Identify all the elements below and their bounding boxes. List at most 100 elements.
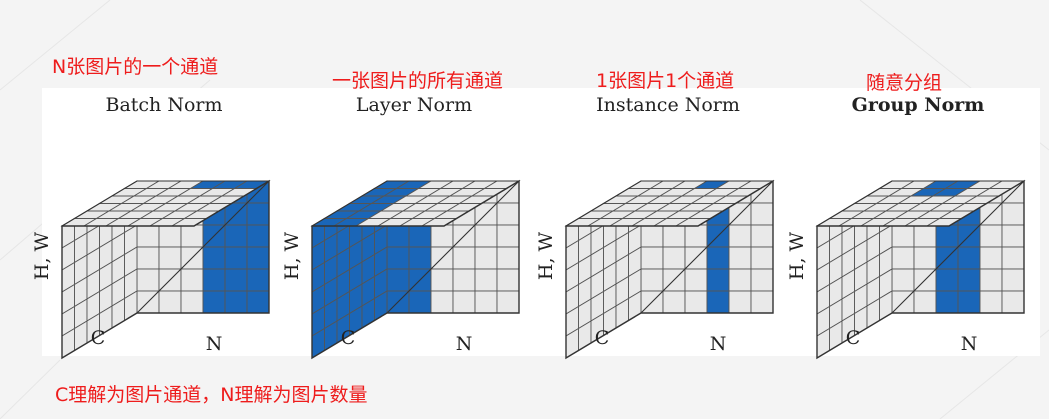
front-cell (136, 224, 160, 248)
front-cell (496, 268, 520, 292)
front-cell (408, 224, 432, 248)
front-cell (891, 224, 915, 248)
front-cell (386, 246, 410, 270)
front-cell (246, 202, 270, 226)
front-cell (979, 290, 1003, 314)
axis-label-c: C (846, 327, 861, 349)
front-cell (684, 290, 708, 314)
front-cell (474, 224, 498, 248)
front-cell (474, 246, 498, 270)
front-cell (224, 224, 248, 248)
front-cell (408, 246, 432, 270)
front-cell (452, 268, 476, 292)
front-cell (640, 268, 664, 292)
front-cell (750, 290, 774, 314)
front-cell (979, 224, 1003, 248)
front-cell (246, 290, 270, 314)
front-cell (430, 224, 454, 248)
front-cell (474, 268, 498, 292)
instance-norm-cube: H, W C N (535, 179, 775, 360)
front-cell (180, 290, 204, 314)
front-cell (246, 268, 270, 292)
front-cell (935, 224, 959, 248)
axis-label-c: C (595, 327, 610, 349)
front-cell (1001, 268, 1025, 292)
axis-label-hw: H, W (31, 231, 53, 280)
front-cell (640, 224, 664, 248)
front-cell (728, 246, 752, 270)
front-cell (246, 224, 270, 248)
front-cell (496, 290, 520, 314)
front-cell (662, 224, 686, 248)
annotation-bottom-note: C理解为图片通道，N理解为图片数量 (55, 384, 368, 406)
front-cell (706, 246, 730, 270)
front-cell (1001, 290, 1025, 314)
front-cell (386, 224, 410, 248)
front-cell (224, 268, 248, 292)
front-cell (474, 290, 498, 314)
axis-label-n: N (961, 333, 978, 355)
front-cell (750, 224, 774, 248)
front-cell (1001, 246, 1025, 270)
front-cell (706, 268, 730, 292)
front-cell (224, 290, 248, 314)
front-cell (728, 268, 752, 292)
front-cell (202, 290, 226, 314)
axis-label-hw: H, W (786, 231, 808, 280)
front-cell (430, 268, 454, 292)
front-cell (891, 246, 915, 270)
group-norm-cube: H, W C N (786, 179, 1026, 360)
front-cell (136, 246, 160, 270)
front-cell (891, 268, 915, 292)
front-cell (935, 268, 959, 292)
front-cell (913, 224, 937, 248)
front-cell (706, 290, 730, 314)
front-cell (1001, 224, 1025, 248)
front-cell (496, 224, 520, 248)
front-cell (957, 290, 981, 314)
front-cell (750, 246, 774, 270)
front-cell (386, 268, 410, 292)
front-cell (728, 290, 752, 314)
axis-label-hw: H, W (281, 231, 303, 280)
front-cell (684, 268, 708, 292)
annotation-batch-norm: N张图片的一个通道 (52, 56, 219, 78)
front-cell (452, 246, 476, 270)
front-cell (684, 224, 708, 248)
front-cell (158, 246, 182, 270)
front-cell (224, 246, 248, 270)
front-cell (750, 202, 774, 226)
front-cell (180, 268, 204, 292)
front-cell (158, 224, 182, 248)
front-cell (728, 224, 752, 248)
axis-label-c: C (341, 327, 356, 349)
front-cell (662, 246, 686, 270)
front-cell (957, 268, 981, 292)
front-cell (496, 202, 520, 226)
front-cell (979, 246, 1003, 270)
front-cell (430, 290, 454, 314)
front-cell (662, 290, 686, 314)
front-cell (935, 290, 959, 314)
front-cell (136, 268, 160, 292)
axis-label-n: N (206, 333, 223, 355)
front-cell (158, 290, 182, 314)
axis-label-hw: H, W (535, 231, 557, 280)
front-cell (913, 246, 937, 270)
front-cell (979, 268, 1003, 292)
front-cell (750, 268, 774, 292)
front-cell (957, 246, 981, 270)
front-cell (640, 246, 664, 270)
axis-label-n: N (710, 333, 727, 355)
axis-label-c: C (91, 327, 106, 349)
front-cell (408, 290, 432, 314)
layer-norm-cube: H, W C N (281, 179, 521, 360)
batch-norm-cube: H, W C N (31, 179, 271, 360)
front-cell (202, 246, 226, 270)
axis-label-n: N (456, 333, 473, 355)
front-cell (452, 290, 476, 314)
front-cell (496, 246, 520, 270)
front-cell (913, 290, 937, 314)
front-cell (246, 246, 270, 270)
front-cell (202, 268, 226, 292)
